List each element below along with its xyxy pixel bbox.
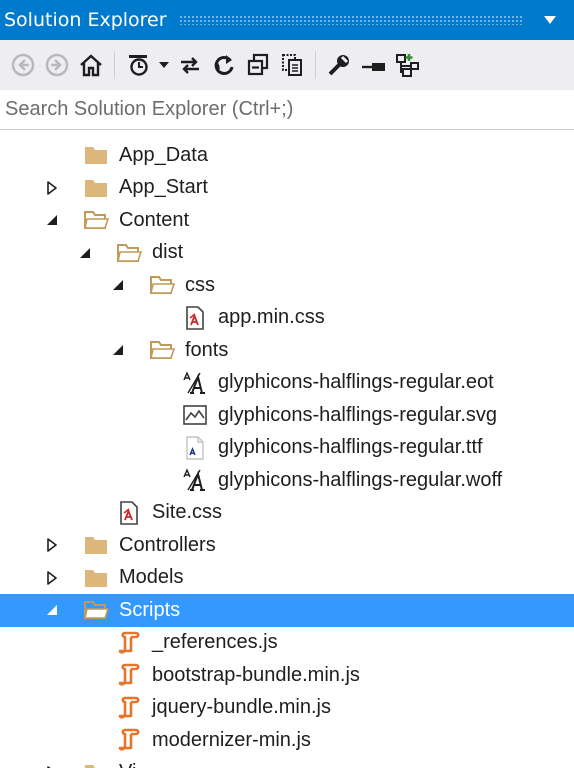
tree-item-label: Content bbox=[119, 208, 190, 231]
expanded-arrow-icon[interactable] bbox=[44, 212, 60, 228]
expanded-arrow-icon[interactable] bbox=[44, 602, 60, 618]
tree-item-label: glyphicons-halflings-regular.ttf bbox=[218, 436, 483, 459]
tree-item-label: bootstrap-bundle.min.js bbox=[152, 663, 360, 686]
folder-open-icon bbox=[116, 240, 142, 266]
tree-item-label: css bbox=[185, 273, 215, 296]
tree-item[interactable]: dist bbox=[0, 237, 574, 270]
folder-icon bbox=[83, 532, 109, 558]
tree-item-label: App_Data bbox=[119, 143, 208, 166]
refresh-icon[interactable] bbox=[207, 47, 241, 83]
css-file-icon bbox=[116, 500, 142, 526]
class-view-icon[interactable] bbox=[390, 47, 424, 83]
folder-open-icon bbox=[149, 272, 175, 298]
panel-title: Solution Explorer bbox=[4, 9, 167, 31]
tree-item[interactable]: glyphicons-halflings-regular.svg bbox=[0, 399, 574, 432]
js-file-icon bbox=[116, 662, 142, 688]
folder-icon bbox=[83, 142, 109, 168]
collapsed-arrow-icon[interactable] bbox=[44, 537, 60, 553]
toolbar-separator bbox=[315, 51, 316, 79]
drag-grip[interactable] bbox=[178, 15, 524, 25]
tree-item-label: Models bbox=[119, 566, 184, 589]
font-file-icon bbox=[182, 467, 208, 493]
tree-item[interactable]: bootstrap-bundle.min.js bbox=[0, 659, 574, 692]
preview-icon[interactable] bbox=[356, 47, 390, 83]
tree-item[interactable]: Controllers bbox=[0, 529, 574, 562]
expanded-arrow-icon[interactable] bbox=[110, 342, 126, 358]
window-menu-dropdown-icon[interactable] bbox=[540, 10, 560, 30]
tree-item[interactable]: _references.js bbox=[0, 627, 574, 660]
tree-item[interactable]: fonts bbox=[0, 334, 574, 367]
js-file-icon bbox=[116, 727, 142, 753]
folder-open-icon bbox=[149, 337, 175, 363]
tree-item[interactable]: css bbox=[0, 269, 574, 302]
collapsed-arrow-icon[interactable] bbox=[44, 180, 60, 196]
collapse-all-icon[interactable] bbox=[241, 47, 275, 83]
sync-icon[interactable] bbox=[173, 47, 207, 83]
tree-item[interactable]: Content bbox=[0, 204, 574, 237]
tree-item-label: jquery-bundle.min.js bbox=[152, 696, 331, 719]
dropdown-arrow-icon[interactable] bbox=[155, 47, 173, 83]
tree-item-label: glyphicons-halflings-regular.svg bbox=[218, 403, 498, 426]
truetype-file-icon bbox=[182, 435, 208, 461]
pending-changes-icon[interactable] bbox=[121, 47, 155, 83]
image-file-icon bbox=[182, 402, 208, 428]
show-all-files-icon[interactable] bbox=[275, 47, 309, 83]
search-input[interactable] bbox=[0, 90, 574, 129]
home-icon[interactable] bbox=[74, 47, 108, 83]
toolbar-separator bbox=[114, 51, 115, 79]
tree-item-label: App_Start bbox=[119, 176, 208, 199]
tree-item[interactable]: glyphicons-halflings-regular.ttf bbox=[0, 432, 574, 465]
tree-item-label: Scripts bbox=[119, 598, 181, 621]
font-file-icon bbox=[182, 370, 208, 396]
tree-item-label: modernizer-min.js bbox=[152, 728, 311, 751]
tree-item[interactable]: App_Data bbox=[0, 139, 574, 172]
expanded-arrow-icon[interactable] bbox=[77, 245, 93, 261]
tree-item-label: app.min.css bbox=[218, 306, 325, 329]
tree-item[interactable]: glyphicons-halflings-regular.woff bbox=[0, 464, 574, 497]
js-file-icon bbox=[116, 630, 142, 656]
tree-item-label: glyphicons-halflings-regular.eot bbox=[218, 371, 494, 394]
tree-item-label: Controllers bbox=[119, 533, 216, 556]
tree-item-label: dist bbox=[152, 241, 184, 264]
tree-item[interactable]: app.min.css bbox=[0, 302, 574, 335]
tree-item-label: _references.js bbox=[152, 631, 278, 654]
tree-item[interactable]: Vi bbox=[0, 757, 574, 768]
tree-item[interactable]: jquery-bundle.min.js bbox=[0, 692, 574, 725]
tree-item-label: Site.css bbox=[152, 501, 223, 524]
tree-item[interactable]: Models bbox=[0, 562, 574, 595]
tree-item[interactable]: modernizer-min.js bbox=[0, 724, 574, 757]
css-file-icon bbox=[182, 305, 208, 331]
tree-item-label: glyphicons-halflings-regular.woff bbox=[218, 468, 503, 491]
panel-title-bar[interactable]: Solution Explorer bbox=[0, 0, 574, 40]
tree-item[interactable]: Scripts bbox=[0, 594, 574, 627]
tree-item[interactable]: App_Start bbox=[0, 172, 574, 205]
folder-icon bbox=[83, 175, 109, 201]
tree-item[interactable]: glyphicons-halflings-regular.eot bbox=[0, 367, 574, 400]
tree-item-label: fonts bbox=[185, 338, 229, 361]
tree-item[interactable]: Site.css bbox=[0, 497, 574, 530]
search-box[interactable] bbox=[0, 90, 574, 130]
folder-open-icon bbox=[83, 597, 109, 623]
forward-icon[interactable] bbox=[40, 47, 74, 83]
js-file-icon bbox=[116, 695, 142, 721]
folder-icon bbox=[83, 565, 109, 591]
back-icon[interactable] bbox=[6, 47, 40, 83]
properties-icon[interactable] bbox=[322, 47, 356, 83]
solution-explorer-toolbar bbox=[0, 40, 574, 90]
tree-item-label: Vi bbox=[119, 761, 136, 768]
expanded-arrow-icon[interactable] bbox=[110, 277, 126, 293]
collapsed-arrow-icon[interactable] bbox=[44, 570, 60, 586]
folder-icon bbox=[83, 760, 109, 768]
solution-tree: App_Data App_Start Content dist css app.min.c… bbox=[0, 139, 574, 768]
folder-open-icon bbox=[83, 207, 109, 233]
